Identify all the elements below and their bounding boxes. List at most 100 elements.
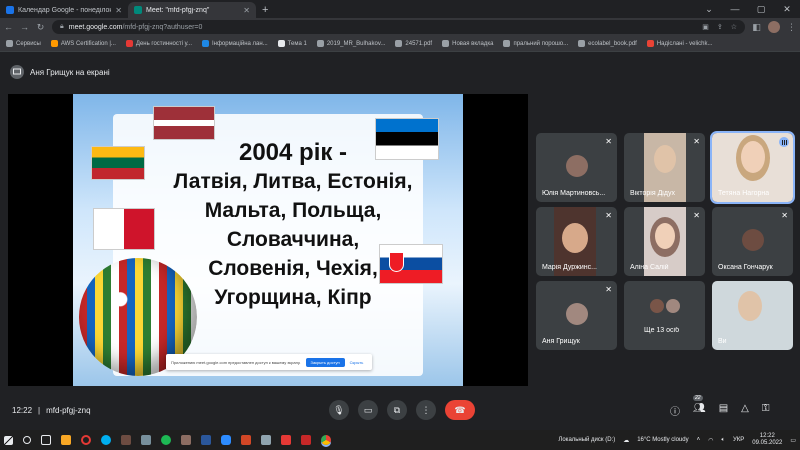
bookmark-item[interactable]: Інформаційна лан... — [202, 40, 268, 47]
meeting-details: 12:22 | mfd-pfgj-znq — [12, 406, 91, 415]
opera-icon[interactable] — [81, 435, 91, 445]
back-icon[interactable]: ← — [4, 22, 13, 32]
zoom-icon[interactable] — [221, 435, 231, 445]
meet-icon — [134, 6, 142, 14]
chrome-icon[interactable] — [321, 435, 331, 445]
more-participants-avatars — [650, 299, 680, 313]
lithuania-flag — [91, 146, 145, 180]
menu-icon[interactable]: ⋮ — [787, 22, 796, 33]
search-icon[interactable] — [23, 436, 31, 444]
acrobat-icon[interactable] — [281, 435, 291, 445]
activities-icon[interactable]: △ — [741, 403, 749, 418]
app-icon[interactable] — [301, 435, 311, 445]
bookmark-item[interactable]: 24571.pdf — [395, 40, 432, 47]
leave-call-button[interactable]: ☎︎ — [445, 400, 475, 420]
bookmark-item[interactable]: День гостинності у... — [125, 40, 192, 47]
chevron-down-icon[interactable]: ⌄ — [696, 4, 722, 15]
participant-tile[interactable]: ✕ Аня Грищук — [536, 281, 617, 350]
app-icon[interactable] — [261, 435, 271, 445]
participant-name: Ви — [718, 338, 727, 345]
maximize-icon[interactable]: ▢ — [748, 4, 774, 15]
star-icon[interactable]: ☆ — [731, 23, 737, 31]
microphone-button[interactable]: 🎙︎ — [329, 400, 349, 420]
clock-date: 09.05.2022 — [752, 440, 783, 446]
window-controls: ⌄ — ▢ ✕ — [696, 0, 800, 18]
close-icon[interactable]: ✕ — [243, 6, 250, 15]
address-bar-row: ← → ↻ 🔒︎ meet.google.com/mfd-pfgj-znq?au… — [0, 18, 800, 36]
spotify-icon[interactable] — [161, 435, 171, 445]
participant-tile[interactable]: Тетяна Нагорна — [710, 131, 795, 204]
participant-name: Вікторія Дідух — [630, 190, 675, 197]
reload-icon[interactable]: ↻ — [36, 22, 45, 33]
url-input[interactable]: 🔒︎ meet.google.com/mfd-pfgj-znq?authuser… — [52, 20, 745, 34]
microphone-icon: 🎙︎ — [333, 404, 345, 415]
slide-line: Латвія, Литва, Естонія, — [173, 170, 413, 193]
bookmark-item[interactable]: пральний порошо... — [503, 40, 568, 47]
clock-time: 12:22 — [759, 433, 775, 439]
minimize-icon[interactable]: — — [722, 4, 748, 14]
wifi-icon[interactable]: ◠ — [708, 437, 713, 444]
word-icon[interactable] — [201, 435, 211, 445]
lock-icon[interactable]: 🔒︎ — [60, 23, 64, 31]
tab-meet[interactable]: Meet: "mfd-pfgj-znq" ✕ — [128, 2, 256, 18]
language-indicator[interactable]: УКР — [733, 437, 744, 443]
bookmark-item[interactable]: Тема 1 — [277, 40, 307, 47]
info-icon[interactable]: ⓘ — [670, 403, 680, 418]
close-window-icon[interactable]: ✕ — [774, 4, 800, 15]
bookmark-item[interactable]: 2019_MR_Bulhakov... — [316, 40, 385, 47]
globe-icon — [395, 40, 403, 47]
people-icon[interactable]: 👥︎ 22 — [693, 395, 706, 418]
self-tile[interactable]: Ви — [712, 281, 793, 350]
permission-text: Приложению meet.google.com предоставлен … — [171, 359, 301, 365]
mic-off-icon: ✕ — [693, 211, 700, 220]
mic-off-icon: ✕ — [605, 211, 612, 220]
camera-button[interactable]: ▭ — [358, 400, 378, 420]
participant-tile[interactable]: ✕ Вікторія Дідух — [624, 133, 705, 202]
participant-tile[interactable]: ✕ Оксана Гончарук — [712, 207, 793, 276]
participant-name: Юлія Мартиновсь... — [542, 190, 606, 197]
hide-button[interactable]: Скрыть — [350, 360, 364, 365]
more-options-button[interactable]: ⋮ — [416, 400, 436, 420]
bookmark-item[interactable]: Новая вкладка — [442, 40, 493, 47]
app-icon[interactable] — [181, 435, 191, 445]
weather-text[interactable]: 16°C Mostly cloudy — [637, 437, 688, 443]
aws-icon — [50, 40, 58, 47]
file-explorer-icon[interactable] — [61, 435, 71, 445]
tab-title: Meet: "mfd-pfgj-znq" — [146, 6, 210, 14]
participant-tile[interactable]: ✕ Марія Дуржинс... — [536, 207, 617, 276]
new-tab-button[interactable]: + — [256, 4, 274, 18]
chevron-up-icon[interactable]: ˄ — [697, 437, 701, 443]
skype-icon[interactable] — [101, 435, 111, 445]
bookmarks-bar: Сервисы AWS Certification |... День гост… — [0, 36, 800, 52]
chat-icon[interactable]: ▤ — [719, 403, 728, 418]
bookmark-item[interactable]: ecolabel_book.pdf — [578, 40, 637, 47]
present-button[interactable]: ⧉ — [387, 400, 407, 420]
presenter-name: Аня Грищук на екрані — [30, 67, 110, 77]
share-icon[interactable]: ⇪ — [717, 23, 723, 31]
notification-icon[interactable]: ▭ — [790, 437, 796, 444]
drive-label[interactable]: Локальный диск (D:) — [558, 437, 615, 443]
windows-taskbar: Локальный диск (D:) ☁ 16°C Mostly cloudy… — [0, 430, 800, 450]
tab-calendar[interactable]: Календар Google - понеділок, 9 т ✕ — [0, 2, 128, 18]
bookmark-item[interactable]: AWS Certification |... — [50, 40, 116, 47]
lock-icon[interactable]: ⚿ — [762, 403, 770, 418]
windows-start-icon[interactable] — [4, 435, 13, 445]
bookmark-item[interactable]: Надіслані - velichk... — [646, 40, 713, 47]
stop-sharing-button[interactable]: Закрыть доступ — [305, 357, 345, 367]
app-icon[interactable] — [121, 435, 131, 445]
app-icon[interactable] — [141, 435, 151, 445]
cloud-icon: ☁ — [623, 437, 630, 444]
volume-icon[interactable]: 🔈︎ — [721, 437, 725, 444]
forward-icon[interactable]: → — [20, 22, 29, 32]
participant-tile[interactable]: ✕ Аліна Салій — [624, 207, 705, 276]
camera-icon[interactable]: ▣ — [702, 23, 709, 31]
avatar[interactable] — [768, 21, 780, 33]
powerpoint-icon[interactable] — [241, 435, 251, 445]
participant-tile[interactable]: ✕ Юлія Мартиновсь... — [536, 133, 617, 202]
more-participants-tile[interactable]: Ще 13 осіб — [624, 281, 705, 350]
extension-icon[interactable]: ◧ — [752, 22, 761, 33]
bookmark-item[interactable]: Сервисы — [6, 40, 41, 47]
task-view-icon[interactable] — [41, 435, 51, 445]
close-icon[interactable]: ✕ — [115, 6, 122, 15]
clock[interactable]: 12:22 09.05.2022 — [752, 433, 782, 447]
